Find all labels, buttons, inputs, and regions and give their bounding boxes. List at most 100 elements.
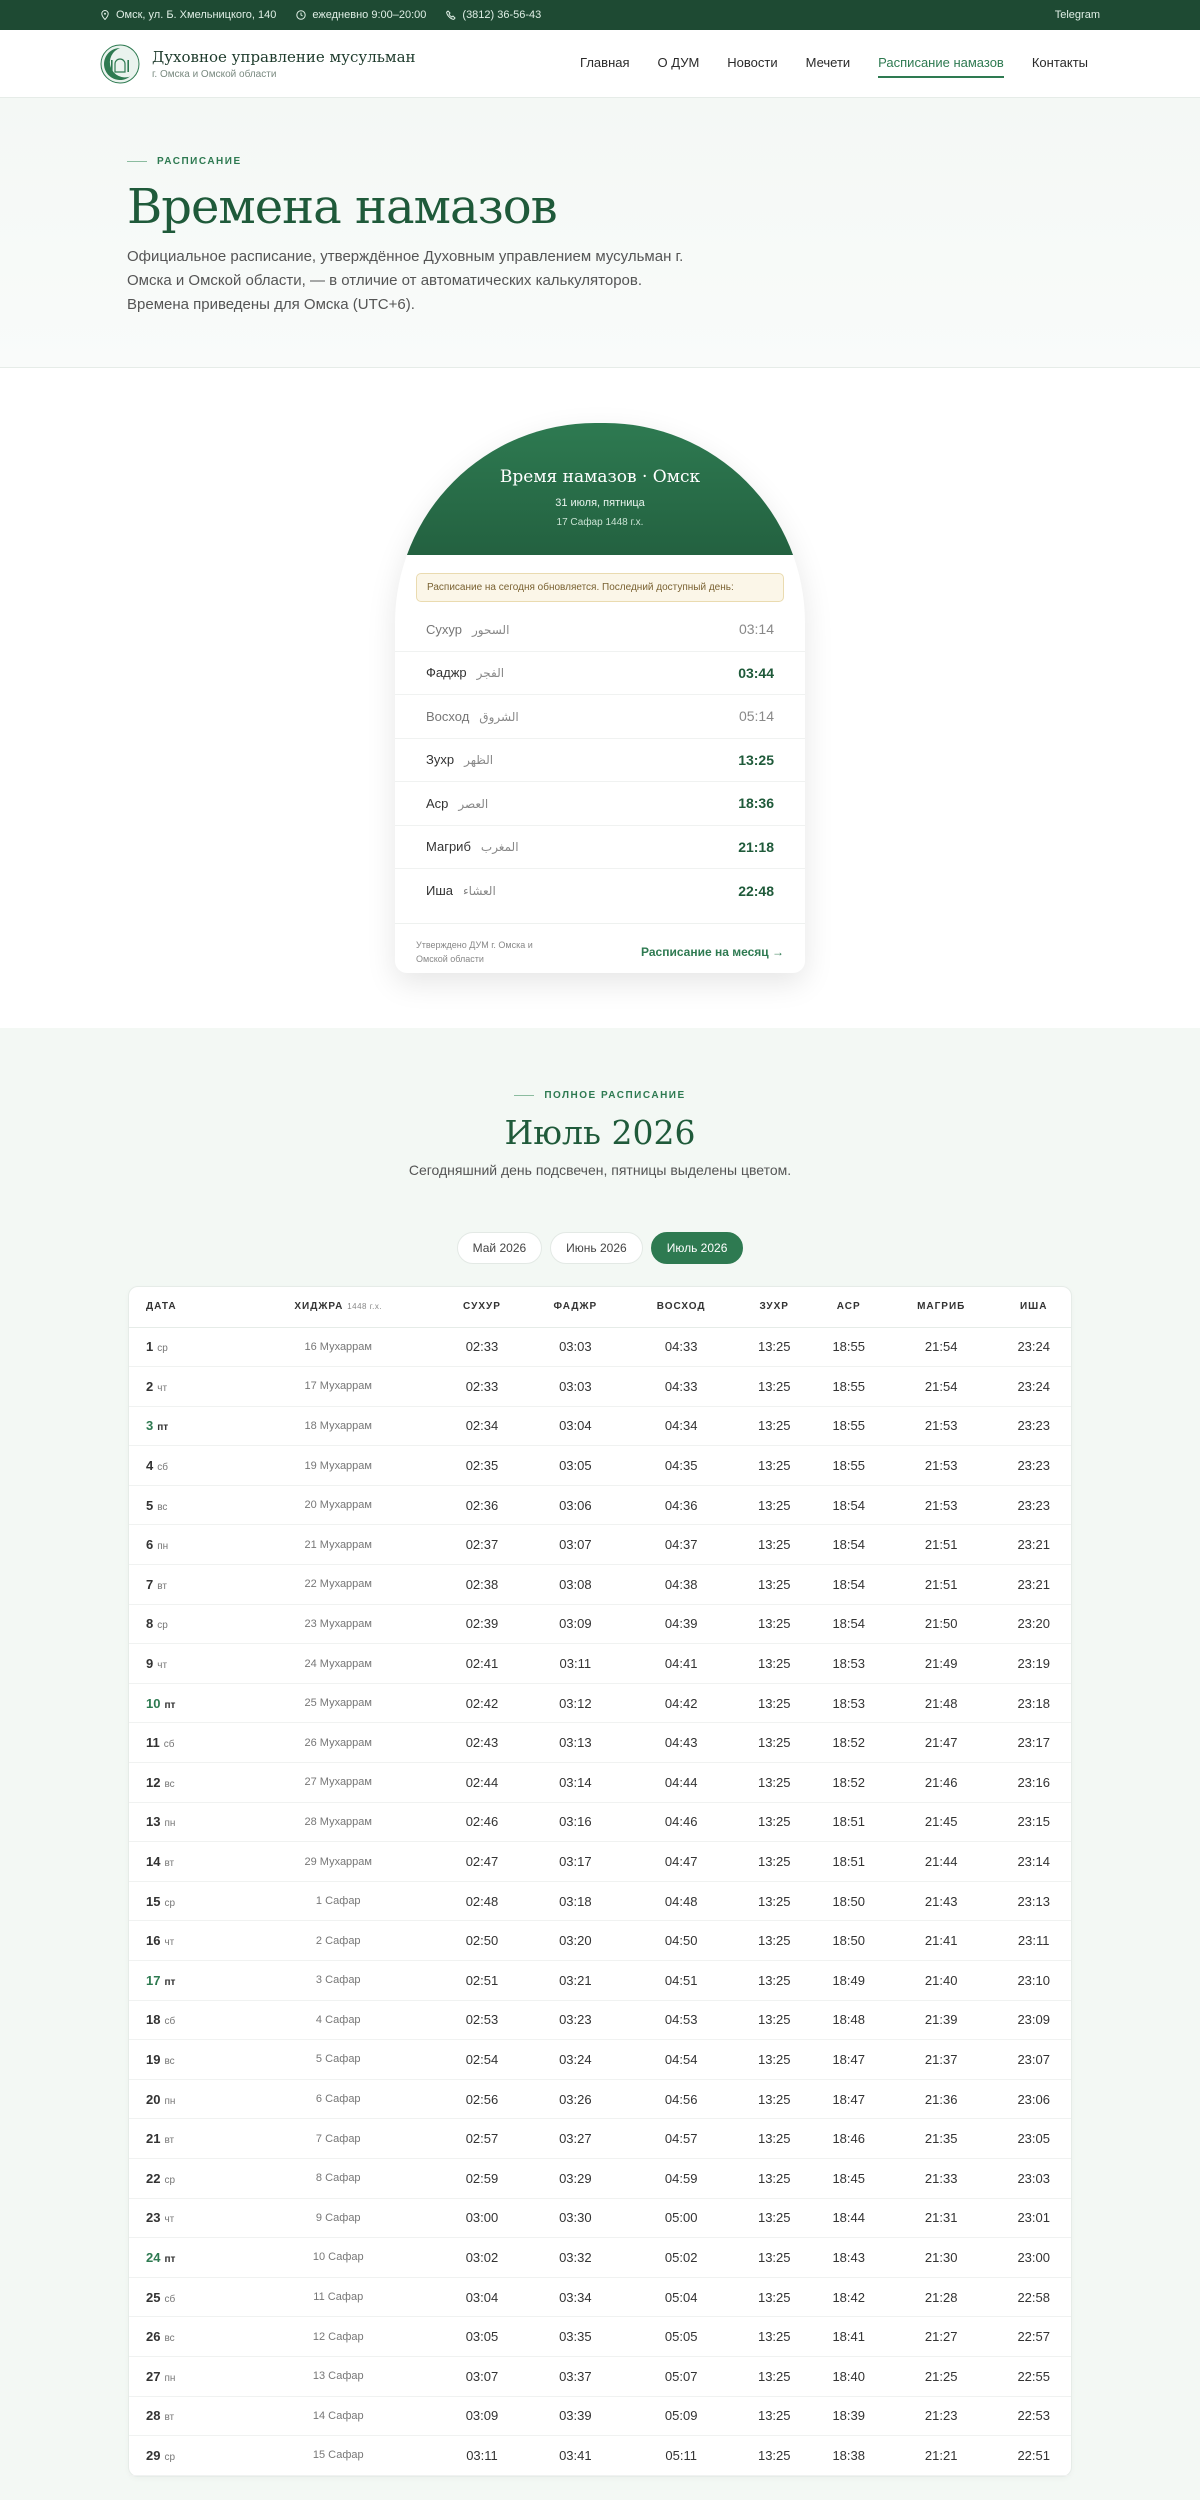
day-number: 13: [146, 1814, 161, 1830]
suhur-cell: 02:33: [438, 1327, 526, 1368]
day-number: 5: [146, 1497, 154, 1513]
prayer-name-ru: Сухур: [426, 621, 462, 637]
fajr-cell: 03:30: [525, 2198, 626, 2239]
eyebrow-line: [127, 161, 147, 162]
table-row: 18 сб 4 Сафар 02:53 03:23 04:53 13:25 18:48 21:3…: [129, 2000, 1071, 2041]
nav-item-mosques[interactable]: Мечети: [806, 49, 851, 78]
zuhr-cell: 13:25: [737, 2158, 812, 2199]
hijri-cell: 16 Мухаррам: [237, 1327, 439, 1368]
maghrib-cell: 21:46: [885, 1762, 997, 1803]
sunrise-cell: 04:51: [625, 1960, 737, 2001]
col-sunrise: ВОСХОД: [625, 1287, 737, 1328]
suhur-cell: 02:36: [438, 1485, 526, 1526]
telegram-link[interactable]: Telegram: [1049, 9, 1100, 21]
nav-item-home[interactable]: Главная: [580, 49, 629, 78]
maghrib-cell: 21:23: [885, 2396, 997, 2437]
asr-cell: 18:43: [811, 2237, 886, 2278]
suhur-cell: 02:33: [438, 1366, 526, 1407]
hijri-cell: 13 Сафар: [237, 2356, 439, 2397]
fajr-cell: 03:32: [525, 2237, 626, 2278]
prayer-time: 03:14: [738, 621, 774, 638]
table-row: 17 пт 3 Сафар 02:51 03:21 04:51 13:25 18:49 21:4…: [129, 1960, 1071, 2001]
zuhr-cell: 13:25: [737, 1604, 812, 1645]
sunrise-cell: 04:46: [625, 1802, 737, 1843]
isha-cell: 23:23: [996, 1406, 1071, 1447]
brand[interactable]: Духовное управление мусульман г. Омска и…: [100, 44, 416, 84]
maghrib-cell: 21:40: [885, 1960, 997, 2001]
sunrise-cell: 04:53: [625, 2000, 737, 2041]
weekday: вс: [157, 1501, 168, 1513]
phone-info[interactable]: (3812) 36-56-43: [446, 9, 541, 21]
maghrib-cell: 21:49: [885, 1643, 997, 1684]
prayer-name-arabic: المغرب: [480, 840, 519, 855]
month-schedule-link[interactable]: Расписание на месяц →: [641, 945, 784, 959]
sunrise-cell: 05:07: [625, 2356, 737, 2397]
card-footer: Утверждено ДУМ г. Омска и Омской области…: [395, 922, 805, 974]
asr-cell: 18:53: [811, 1643, 886, 1684]
col-hijri-label: ХИДЖРА: [294, 1301, 344, 1313]
hijri-cell: 21 Мухаррам: [237, 1524, 439, 1566]
isha-cell: 23:11: [996, 1920, 1071, 1961]
suhur-cell: 02:34: [438, 1406, 526, 1447]
hijri-cell: 2 Сафар: [237, 1920, 439, 1961]
table-row: 26 вс 12 Сафар 03:05 03:35 05:05 13:25 18:41 21:…: [129, 2316, 1071, 2357]
day-number: 15: [146, 1893, 161, 1909]
prayer-row: Восход الشروق 05:14: [395, 695, 805, 739]
day-number: 17: [146, 1972, 161, 1988]
sunrise-cell: 04:44: [625, 1762, 737, 1803]
tab-may-2026[interactable]: Май 2026: [456, 1232, 543, 1264]
asr-cell: 18:47: [811, 2079, 886, 2120]
maghrib-cell: 21:48: [885, 1683, 997, 1724]
day-number: 18: [146, 2012, 161, 2028]
fajr-cell: 03:05: [525, 1445, 626, 1486]
nav-item-about[interactable]: О ДУМ: [658, 49, 700, 78]
sunrise-cell: 05:02: [625, 2237, 737, 2278]
maghrib-cell: 21:43: [885, 1881, 997, 1922]
table-row: 4 сб 19 Мухаррам 02:35 03:05 04:35 13:25 18:55 2…: [129, 1445, 1071, 1486]
table-row: 7 вт 22 Мухаррам 02:38 03:08 04:38 13:25 18:54 2…: [129, 1564, 1071, 1605]
phone-icon: [446, 10, 457, 20]
weekday: чт: [164, 1937, 175, 1949]
nav-item-contacts[interactable]: Контакты: [1032, 49, 1088, 78]
suhur-cell: 02:59: [438, 2158, 526, 2199]
asr-cell: 18:53: [811, 1683, 886, 1724]
asr-cell: 18:38: [811, 2435, 886, 2476]
isha-cell: 23:21: [996, 1524, 1071, 1566]
isha-cell: 23:24: [996, 1366, 1071, 1407]
tab-june-2026[interactable]: Июнь 2026: [550, 1232, 643, 1264]
brand-subtitle: г. Омска и Омской области: [152, 68, 277, 80]
sunrise-cell: 04:56: [625, 2079, 737, 2120]
table-row: 16 чт 2 Сафар 02:50 03:20 04:50 13:25 18:50 21:4…: [129, 1920, 1071, 1961]
tab-july-2026[interactable]: Июль 2026: [650, 1232, 744, 1264]
maghrib-cell: 21:53: [885, 1485, 997, 1526]
hijri-cell: 9 Сафар: [237, 2198, 439, 2239]
telegram-label[interactable]: Telegram: [1055, 9, 1100, 21]
asr-cell: 18:55: [811, 1327, 886, 1368]
asr-cell: 18:51: [811, 1802, 886, 1843]
sunrise-cell: 04:48: [625, 1881, 737, 1922]
fajr-cell: 03:04: [525, 1406, 626, 1447]
nav-item-news[interactable]: Новости: [727, 49, 777, 78]
prayer-row: Фаджр الفجر 03:44: [395, 652, 805, 695]
date-cell: 25 сб: [129, 2277, 238, 2318]
sunrise-cell: 04:37: [625, 1524, 737, 1566]
phone-text[interactable]: (3812) 36-56-43: [462, 9, 541, 21]
suhur-cell: 02:51: [438, 1960, 526, 2001]
weekday: пн: [164, 1818, 176, 1830]
suhur-cell: 03:09: [438, 2396, 526, 2437]
date-cell: 2 чт: [129, 1366, 238, 1407]
sunrise-cell: 04:54: [625, 2039, 737, 2080]
isha-cell: 23:19: [996, 1643, 1071, 1684]
asr-cell: 18:46: [811, 2118, 886, 2159]
maghrib-cell: 21:51: [885, 1524, 997, 1566]
zuhr-cell: 13:25: [737, 2198, 812, 2239]
zuhr-cell: 13:25: [737, 1445, 812, 1486]
weekday: пт: [164, 1976, 176, 1988]
page-title: Времена намазов: [127, 179, 558, 235]
date-cell: 5 вс: [129, 1485, 238, 1526]
fajr-cell: 03:26: [525, 2079, 626, 2120]
sunrise-cell: 04:43: [625, 1722, 737, 1764]
weekday: вт: [164, 2135, 175, 2147]
nav-item-schedule[interactable]: Расписание намазов: [878, 49, 1004, 78]
month-tabs: Май 2026 Июнь 2026 Июль 2026: [0, 1232, 1200, 1264]
